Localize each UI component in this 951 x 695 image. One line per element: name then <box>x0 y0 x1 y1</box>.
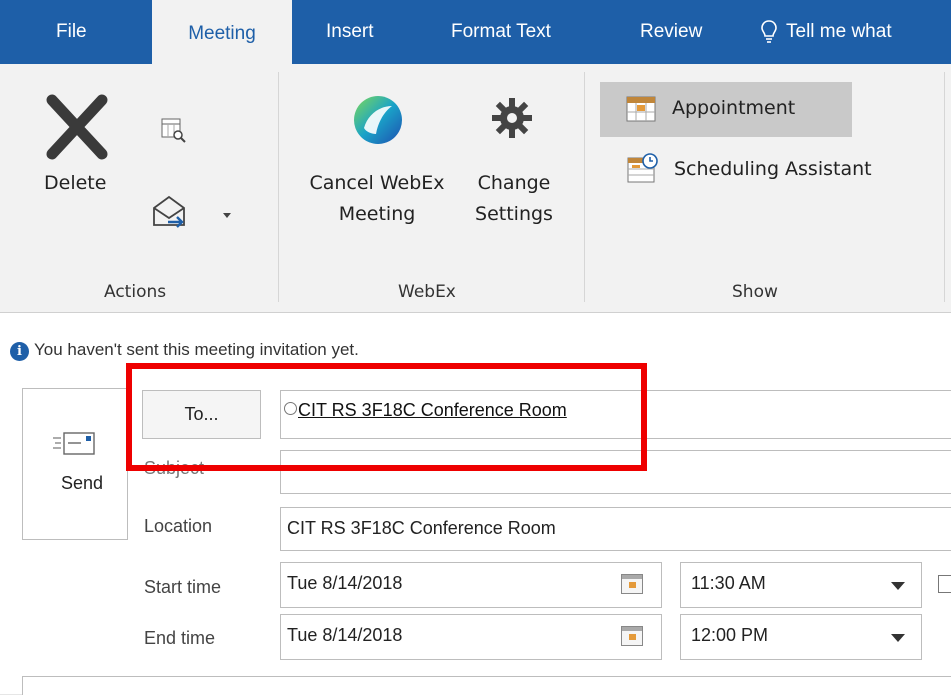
cancel-webex-meeting-button[interactable]: Cancel WebEx Meeting <box>300 82 454 232</box>
send-envelope-icon <box>53 432 95 455</box>
ribbon-panel: Delete Actions Cancel WebEx Meeting Chan… <box>0 64 951 313</box>
tab-review[interactable]: Review <box>640 0 702 64</box>
end-time-field[interactable]: 12:00 PM <box>680 614 922 660</box>
change-settings-label-2: Settings <box>475 203 553 225</box>
group-label-webex: WebEx <box>398 282 456 302</box>
group-label-show: Show <box>732 282 778 302</box>
start-date-field[interactable]: Tue 8/14/2018 <box>280 562 662 608</box>
group-divider <box>944 72 945 302</box>
end-time-label: End time <box>144 628 216 648</box>
location-field[interactable]: CIT RS 3F18C Conference Room <box>280 507 951 551</box>
tab-file[interactable]: File <box>56 0 87 64</box>
start-time-field[interactable]: 11:30 AM <box>680 562 922 608</box>
all-day-checkbox[interactable] <box>938 575 951 593</box>
webex-icon <box>354 96 402 144</box>
info-bar-message: You haven't sent this meeting invitation… <box>34 340 359 359</box>
appointment-calendar-icon <box>626 96 656 122</box>
gear-icon <box>492 98 532 138</box>
highlight-box <box>126 363 647 471</box>
delete-x-icon <box>46 94 108 160</box>
calendar-icon[interactable] <box>621 626 643 646</box>
scheduling-assistant-label: Scheduling Assistant <box>674 158 872 180</box>
scheduling-assistant-button[interactable]: Scheduling Assistant <box>622 150 912 190</box>
end-date-value: Tue 8/14/2018 <box>287 625 403 645</box>
small-down-arrow-icon <box>223 213 231 218</box>
send-button[interactable]: Send <box>22 388 128 540</box>
end-date-field[interactable]: Tue 8/14/2018 <box>280 614 662 660</box>
delete-label: Delete <box>44 172 107 194</box>
lightbulb-icon <box>761 20 777 43</box>
calendar-view-button[interactable] <box>160 116 190 146</box>
group-divider <box>278 72 279 302</box>
send-label: Send <box>61 473 104 493</box>
chevron-down-icon[interactable] <box>891 634 905 642</box>
start-time-label: Start time <box>144 577 222 597</box>
tab-insert[interactable]: Insert <box>326 0 374 64</box>
info-icon: i <box>10 342 29 361</box>
cancel-webex-label-2: Meeting <box>338 203 416 225</box>
change-settings-label-1: Change <box>477 172 551 194</box>
tab-meeting[interactable]: Meeting <box>152 0 292 66</box>
respond-dropdown-button[interactable] <box>150 192 240 232</box>
calendar-icon[interactable] <box>621 574 643 594</box>
cancel-webex-label-1: Cancel WebEx <box>309 172 445 194</box>
scheduling-assistant-icon <box>627 153 658 183</box>
start-date-value: Tue 8/14/2018 <box>287 573 403 593</box>
appointment-label: Appointment <box>672 97 796 119</box>
location-label: Location <box>144 516 213 536</box>
forward-envelope-icon <box>153 195 185 228</box>
group-label-actions: Actions <box>104 282 167 302</box>
location-value: CIT RS 3F18C Conference Room <box>287 518 556 538</box>
message-body[interactable] <box>22 676 951 695</box>
tab-format-text[interactable]: Format Text <box>451 0 551 64</box>
start-time-value: 11:30 AM <box>691 573 766 593</box>
outlook-meeting-window: File Meeting Insert Format Text Review T… <box>0 0 951 695</box>
ribbon-tab-bar: File Meeting Insert Format Text Review T… <box>0 0 951 66</box>
chevron-down-icon[interactable] <box>891 582 905 590</box>
tell-me-label: Tell me what <box>786 21 892 42</box>
end-time-value: 12:00 PM <box>691 625 769 645</box>
delete-button[interactable]: Delete <box>36 86 116 236</box>
change-settings-button[interactable]: Change Settings <box>466 82 562 232</box>
calendar-search-icon <box>161 118 186 143</box>
appointment-button[interactable]: Appointment <box>600 82 852 137</box>
group-divider <box>584 72 585 302</box>
